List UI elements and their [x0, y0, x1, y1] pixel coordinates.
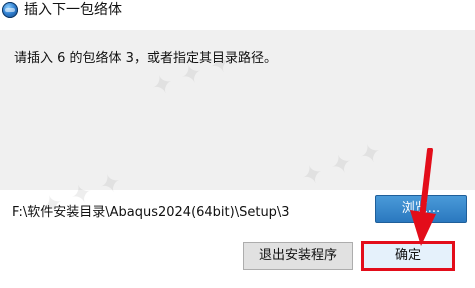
insert-disk-message: 请插入 6 的包络体 3，或者指定其目录路径。 — [14, 51, 277, 66]
message-panel: 请插入 6 的包络体 3，或者指定其目录路径。 — [0, 30, 475, 190]
title-bar: 插入下一包络体 — [0, 0, 475, 30]
setup-dialog-window: 插入下一包络体 请插入 6 的包络体 3，或者指定其目录路径。 F:\软件安装目… — [0, 0, 475, 288]
abaqus-globe-icon — [2, 2, 18, 18]
exit-setup-button[interactable]: 退出安装程序 — [243, 242, 353, 270]
browse-button[interactable]: 浏览... — [375, 195, 467, 223]
setup-path-value: F:\软件安装目录\Abaqus2024(64bit)\Setup\3 — [12, 205, 290, 220]
ok-button[interactable]: 确定 — [362, 242, 454, 270]
window-title: 插入下一包络体 — [24, 2, 122, 18]
